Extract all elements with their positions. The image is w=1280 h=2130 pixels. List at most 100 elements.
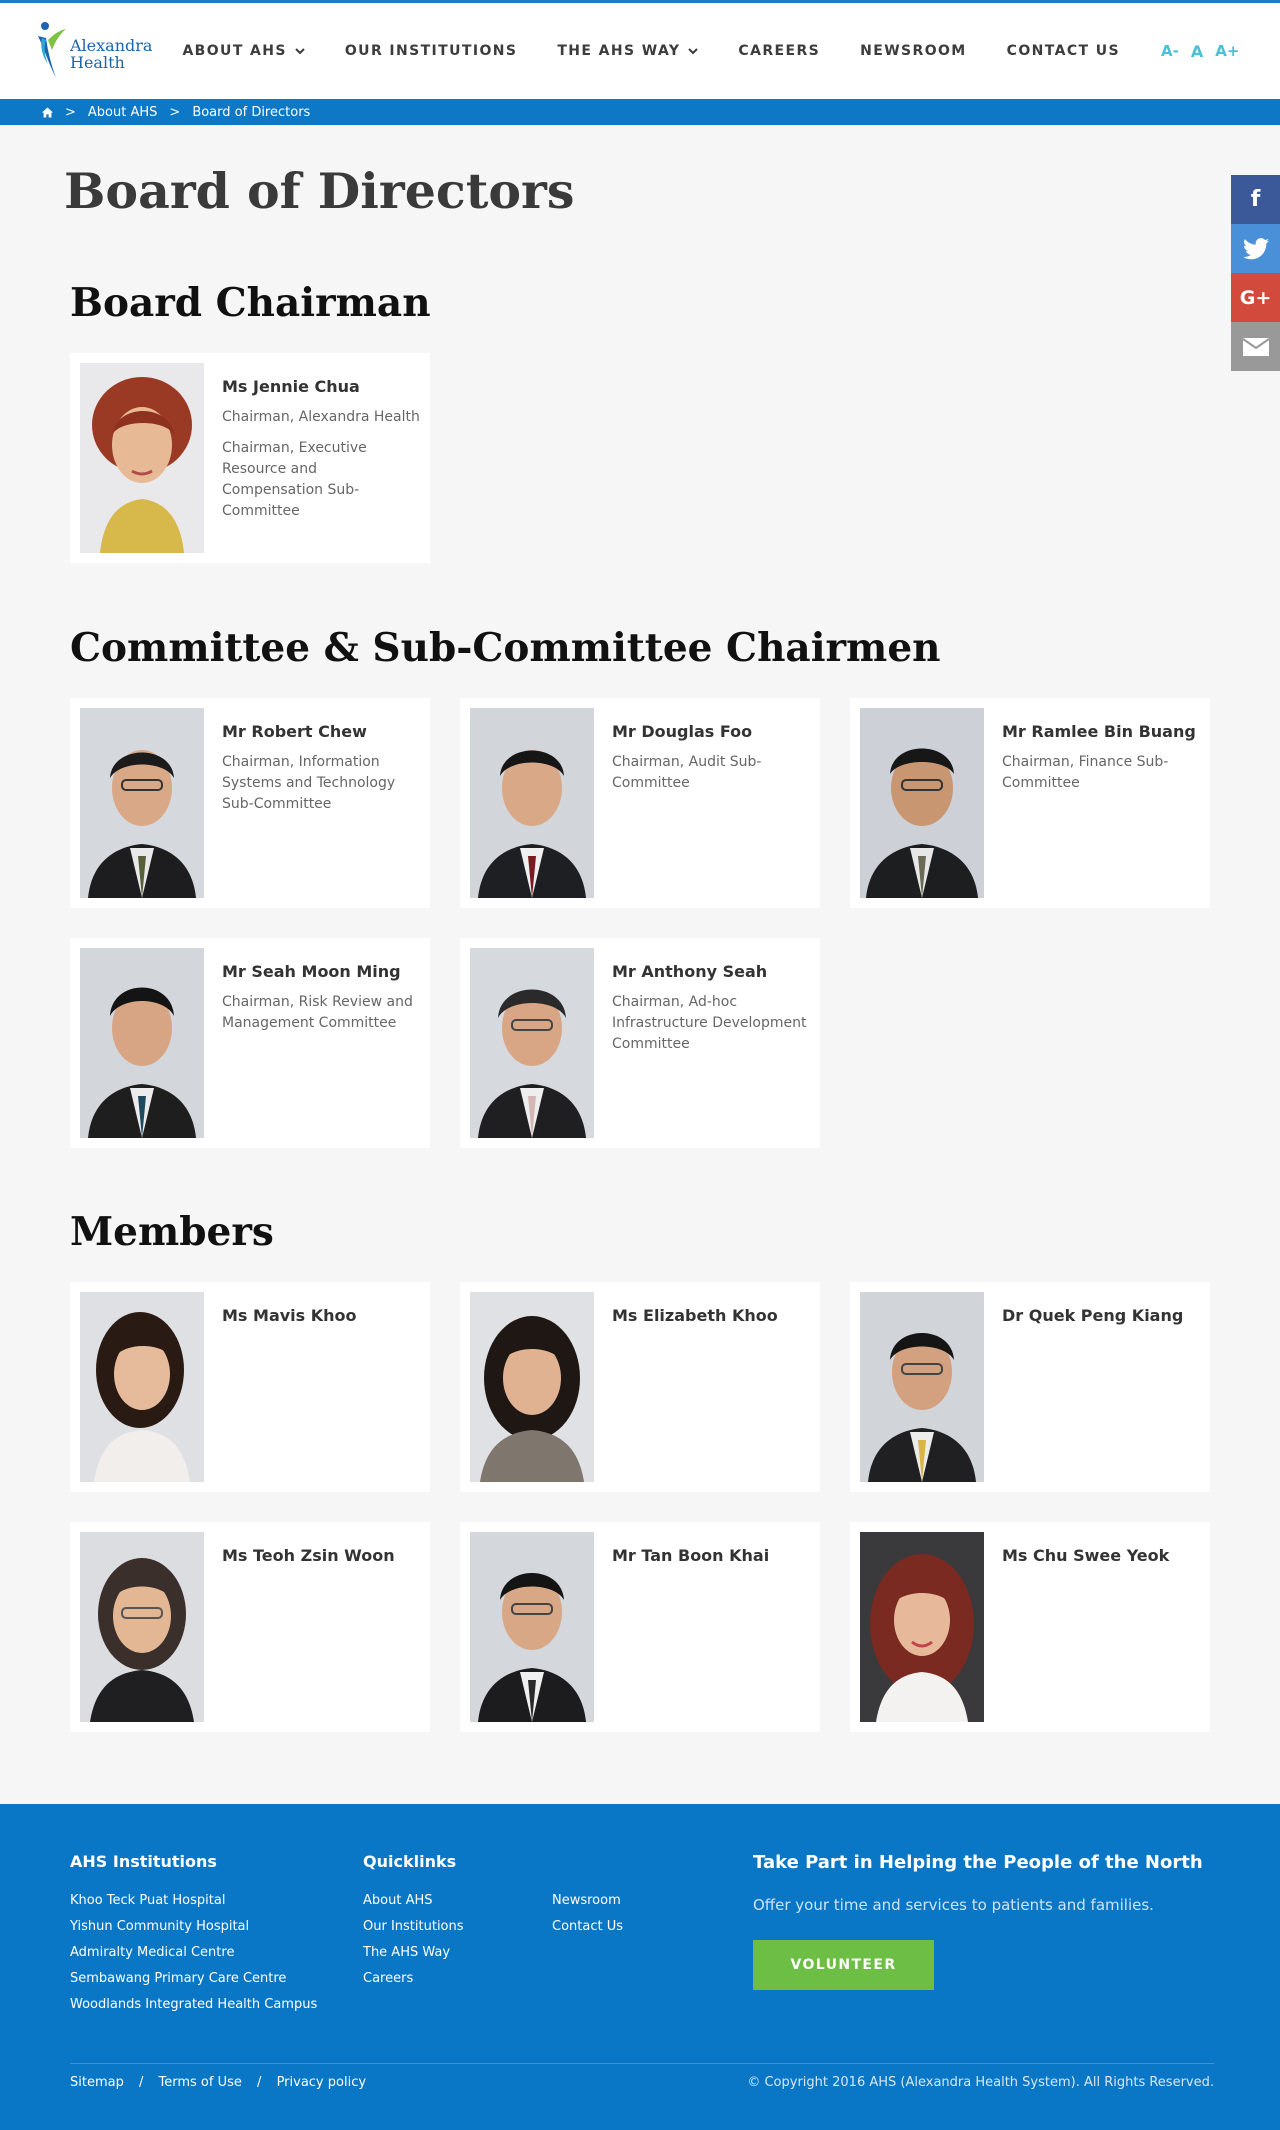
social-share-bar: f G+: [1231, 175, 1280, 371]
director-card[interactable]: Mr Douglas Foo Chairman, Audit Sub-Commi…: [460, 698, 820, 908]
director-info: Ms Jennie Chua Chairman, Alexandra Healt…: [204, 363, 420, 553]
googleplus-share-button[interactable]: G+: [1231, 273, 1280, 322]
director-name: Ms Elizabeth Khoo: [612, 1306, 778, 1325]
footer-link-sitemap[interactable]: Sitemap: [70, 2075, 124, 2090]
director-photo: [470, 1292, 594, 1482]
googleplus-icon: G+: [1239, 286, 1272, 309]
facebook-icon: f: [1250, 187, 1261, 212]
footer-link-about-ahs[interactable]: About AHS: [363, 1888, 552, 1914]
footer-legal-separator: /: [138, 2075, 144, 2090]
footer-link-khoo-teck-puat-hospital[interactable]: Khoo Teck Puat Hospital: [70, 1888, 363, 1914]
footer-cta-title: Take Part in Helping the People of the N…: [753, 1852, 1203, 1873]
nav-newsroom[interactable]: NEWSROOM: [860, 43, 967, 59]
footer-institutions-title: AHS Institutions: [70, 1852, 217, 1871]
nav-careers[interactable]: CAREERS: [738, 43, 820, 59]
breadcrumb: > About AHS > Board of Directors: [0, 99, 1280, 125]
footer-link-our-institutions[interactable]: Our Institutions: [363, 1914, 552, 1940]
footer-link-yishun-community-hospital[interactable]: Yishun Community Hospital: [70, 1914, 363, 1940]
nav-the-ahs-way-label: THE AHS WAY: [557, 43, 681, 59]
footer-link-newsroom[interactable]: Newsroom: [552, 1888, 623, 1914]
logo-figure-icon: [38, 22, 66, 78]
section-title-committee-chairmen: Committee & Sub-Committee Chairmen: [70, 625, 941, 671]
logo-line-1: Alexandra: [70, 36, 153, 55]
footer-link-contact-us[interactable]: Contact Us: [552, 1914, 623, 1940]
footer-volunteer-cta: Take Part in Helping the People of the N…: [753, 1852, 1203, 2018]
footer-quicklinks: Quicklinks About AHS Our Institutions Th…: [363, 1852, 753, 2018]
director-role: Chairman, Alexandra Health: [222, 409, 420, 425]
breadcrumb-separator: >: [169, 104, 181, 120]
nav-about-ahs[interactable]: ABOUT AHS: [182, 43, 305, 59]
director-card[interactable]: Ms Elizabeth Khoo: [460, 1282, 820, 1492]
director-card[interactable]: Mr Ramlee Bin Buang Chairman, Finance Su…: [850, 698, 1210, 908]
chairman-cards: Ms Jennie Chua Chairman, Alexandra Healt…: [70, 353, 1210, 563]
director-card[interactable]: Ms Teoh Zsin Woon: [70, 1522, 430, 1732]
nav-the-ahs-way[interactable]: THE AHS WAY: [557, 43, 699, 59]
nav-our-institutions-label: OUR INSTITUTIONS: [344, 43, 518, 59]
footer-link-careers[interactable]: Careers: [363, 1966, 552, 1992]
director-photo: [470, 1532, 594, 1722]
director-name: Ms Mavis Khoo: [222, 1306, 357, 1325]
twitter-icon: [1242, 237, 1269, 259]
breadcrumb-board-of-directors[interactable]: Board of Directors: [192, 105, 310, 120]
director-card[interactable]: Ms Chu Swee Yeok: [850, 1522, 1210, 1732]
section-title-board-chairman: Board Chairman: [70, 280, 431, 326]
footer-legal-links: Sitemap / Terms of Use / Privacy policy: [70, 2075, 366, 2090]
facebook-share-button[interactable]: f: [1231, 175, 1280, 224]
director-info: Mr Tan Boon Khai: [594, 1532, 769, 1722]
director-name: Mr Ramlee Bin Buang: [1002, 722, 1196, 741]
nav-contact-us[interactable]: CONTACT US: [1007, 43, 1120, 59]
footer-cta-text: Offer your time and services to patients…: [753, 1896, 1154, 1914]
nav-our-institutions[interactable]: OUR INSTITUTIONS: [345, 43, 517, 59]
committee-cards: Mr Robert Chew Chairman, Information Sys…: [70, 698, 1210, 1148]
director-card[interactable]: Ms Jennie Chua Chairman, Alexandra Healt…: [70, 353, 430, 563]
font-size-normal-button[interactable]: A: [1191, 42, 1203, 61]
home-icon[interactable]: [42, 106, 53, 118]
alexandra-health-logo[interactable]: Alexandra Health: [34, 20, 152, 82]
footer-link-woodlands-integrated-health-campus[interactable]: Woodlands Integrated Health Campus: [70, 1992, 363, 2018]
footer-link-admiralty-medical-centre[interactable]: Admiralty Medical Centre: [70, 1940, 363, 1966]
volunteer-button[interactable]: VOLUNTEER: [753, 1940, 934, 1990]
director-name: Ms Chu Swee Yeok: [1002, 1546, 1170, 1565]
director-name: Dr Quek Peng Kiang: [1002, 1306, 1184, 1325]
director-card[interactable]: Mr Tan Boon Khai: [460, 1522, 820, 1732]
nav-careers-label: CAREERS: [738, 43, 821, 59]
footer-link-sembawang-primary-care-centre[interactable]: Sembawang Primary Care Centre: [70, 1966, 363, 1992]
footer-link-terms-of-use[interactable]: Terms of Use: [159, 2075, 242, 2090]
director-photo: [80, 1532, 204, 1722]
footer-legal-separator: /: [257, 2075, 262, 2090]
main-nav: ABOUT AHS OUR INSTITUTIONS THE AHS WAY C…: [182, 43, 1160, 59]
footer-link-the-ahs-way[interactable]: The AHS Way: [363, 1940, 552, 1966]
director-photo: [860, 1292, 984, 1482]
director-info: Ms Elizabeth Khoo: [594, 1292, 778, 1482]
twitter-share-button[interactable]: [1231, 224, 1280, 273]
director-name: Mr Tan Boon Khai: [612, 1546, 770, 1565]
director-info: Ms Chu Swee Yeok: [984, 1532, 1169, 1722]
footer-link-privacy-policy[interactable]: Privacy policy: [277, 2075, 366, 2090]
director-name: Mr Douglas Foo: [612, 722, 753, 741]
director-photo: [80, 1292, 204, 1482]
director-card[interactable]: Mr Robert Chew Chairman, Information Sys…: [70, 698, 430, 908]
director-info: Mr Douglas Foo Chairman, Audit Sub-Commi…: [594, 708, 810, 898]
logo-text: Alexandra Health: [70, 37, 152, 71]
director-card[interactable]: Dr Quek Peng Kiang: [850, 1282, 1210, 1492]
director-role: Chairman, Executive Resource and Compens…: [222, 440, 367, 519]
email-share-button[interactable]: [1231, 322, 1280, 371]
font-size-decrease-button[interactable]: A-: [1161, 42, 1179, 60]
footer-quicklinks-col-a: About AHS Our Institutions The AHS Way C…: [363, 1888, 552, 1992]
director-info: Ms Teoh Zsin Woon: [204, 1532, 395, 1722]
director-info: Mr Ramlee Bin Buang Chairman, Finance Su…: [984, 708, 1200, 898]
font-size-increase-button[interactable]: A+: [1215, 42, 1239, 60]
footer-bottom-bar: Sitemap / Terms of Use / Privacy policy …: [70, 2075, 1214, 2090]
director-info: Dr Quek Peng Kiang: [984, 1292, 1183, 1482]
site-header: Alexandra Health ABOUT AHS OUR INSTITUTI…: [0, 3, 1280, 99]
director-card[interactable]: Mr Seah Moon Ming Chairman, Risk Review …: [70, 938, 430, 1148]
breadcrumb-about-ahs[interactable]: About AHS: [88, 105, 158, 120]
director-card[interactable]: Ms Mavis Khoo: [70, 1282, 430, 1492]
director-role: Chairman, Audit Sub-Committee: [612, 754, 762, 791]
director-photo: [470, 708, 594, 898]
font-size-controls: A- A A+: [1161, 42, 1239, 61]
director-name: Mr Anthony Seah: [612, 962, 768, 981]
director-card[interactable]: Mr Anthony Seah Chairman, Ad-hoc Infrast…: [460, 938, 820, 1148]
director-info: Mr Anthony Seah Chairman, Ad-hoc Infrast…: [594, 948, 810, 1138]
